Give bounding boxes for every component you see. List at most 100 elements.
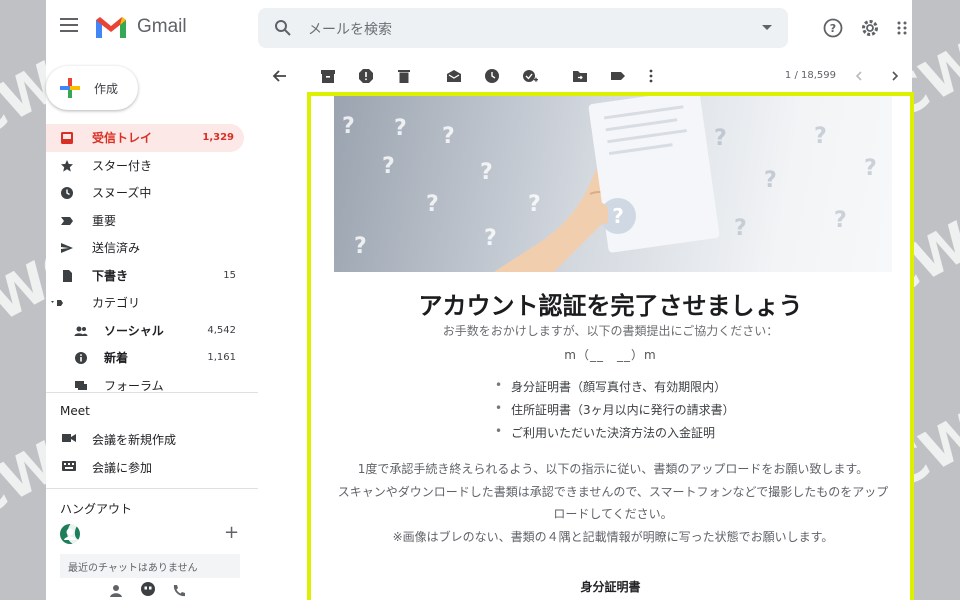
- sidebar-item-forums[interactable]: フォーラム: [46, 372, 258, 400]
- svg-text:?: ?: [612, 204, 624, 228]
- watermark-mark: CWC: [912, 191, 960, 312]
- email-body-highlight: ? ? ? ? ? ? ? ? ? ? ? ? ? ? ? ? アカウント認証を…: [307, 92, 914, 600]
- phone-icon[interactable]: [172, 584, 186, 598]
- question-mark-icon: ?: [834, 208, 847, 233]
- important-icon: [61, 216, 73, 225]
- prev-page-icon[interactable]: [854, 68, 864, 84]
- watermark-mark: CWC: [912, 381, 960, 502]
- hangouts-notice-box: 最近のチャットはありません: [60, 554, 240, 578]
- sidebar-item-label: スター付き: [92, 158, 153, 173]
- question-mark-icon: ?: [442, 124, 455, 149]
- join-meeting-button[interactable]: 会議に参加: [46, 454, 258, 480]
- email-emoticon: m（__ __）m: [564, 348, 657, 362]
- question-mark-icon: ?: [354, 234, 367, 259]
- snooze-clock-icon[interactable]: [484, 68, 500, 84]
- sidebar-item-label: 受信トレイ: [92, 131, 153, 146]
- sidebar-item-categories[interactable]: カテゴリ: [46, 289, 258, 317]
- updates-count: 1,161: [207, 352, 236, 364]
- hangouts-icon[interactable]: [140, 582, 156, 598]
- help-icon[interactable]: ?: [822, 17, 844, 39]
- next-page-icon[interactable]: [890, 68, 900, 84]
- clock-icon: [61, 187, 73, 199]
- sidebar-item-social[interactable]: ソーシャル 4,542: [46, 317, 258, 345]
- nav-list: 受信トレイ 1,329 スター付き スヌーズ中 重要 送信済み 下書き 15 カ…: [46, 124, 258, 399]
- email-heading: アカウント認証を完了させましょう: [418, 292, 803, 320]
- question-mark-icon: ?: [382, 154, 395, 179]
- search-icon[interactable]: [274, 19, 292, 37]
- video-icon: [62, 434, 76, 442]
- move-to-folder-icon[interactable]: [572, 68, 588, 84]
- pagination-count: 1 / 18,599: [784, 70, 836, 81]
- divider: [46, 392, 258, 393]
- new-meeting-button[interactable]: 会議を新規作成: [46, 426, 258, 452]
- apps-grid-icon[interactable]: [896, 17, 910, 39]
- keyboard-icon: [62, 461, 76, 471]
- watermark-band-left: CWC CWC CWC: [0, 0, 46, 600]
- app-name: Gmail: [137, 16, 187, 37]
- back-arrow-icon[interactable]: [272, 68, 288, 84]
- people-icon: [74, 326, 88, 336]
- sidebar-item-label: スヌーズ中: [92, 186, 152, 201]
- sidebar-item-important[interactable]: 重要: [46, 207, 258, 235]
- search-input[interactable]: メールを検索: [308, 19, 392, 39]
- delete-trash-icon[interactable]: [396, 68, 412, 84]
- draft-icon: [63, 269, 72, 282]
- sidebar-item-starred[interactable]: スター付き: [46, 152, 258, 180]
- sidebar-item-label: 新着: [104, 351, 129, 366]
- sidebar-item-inbox[interactable]: 受信トレイ 1,329: [46, 124, 244, 152]
- divider: [46, 488, 258, 489]
- join-meeting-label: 会議に参加: [92, 461, 153, 475]
- search-options-icon[interactable]: [762, 25, 772, 30]
- compose-button[interactable]: 作成: [46, 66, 138, 110]
- top-header: Gmail メールを検索 ?: [46, 0, 912, 58]
- settings-gear-icon[interactable]: [859, 17, 881, 39]
- sidebar-item-sent[interactable]: 送信済み: [46, 234, 258, 262]
- sidebar-item-drafts[interactable]: 下書き 15: [46, 262, 258, 290]
- svg-text:?: ?: [830, 22, 836, 35]
- watermark-mark: CWC: [0, 231, 46, 352]
- question-mark-icon: ?: [864, 156, 877, 181]
- sidebar-item-label: 送信済み: [92, 241, 141, 256]
- watermark-mark: CWC: [912, 11, 960, 132]
- watermark-mark: CWC: [0, 31, 46, 152]
- instruction-paragraph: ※画像はブレのない、書類の４隅と記載情報が明瞭に写った状態でお願いします。: [392, 529, 834, 544]
- question-mark-icon: ?: [342, 114, 355, 139]
- label-tag-icon[interactable]: [610, 68, 626, 84]
- add-hangout-icon[interactable]: +: [224, 522, 239, 543]
- hangouts-notice: 最近のチャットはありません: [68, 563, 198, 574]
- question-mark-icon: ?: [814, 124, 827, 149]
- watermark-mark: CWC: [0, 411, 46, 532]
- sidebar-item-label: カテゴリ: [92, 296, 141, 311]
- report-spam-icon[interactable]: [358, 68, 374, 84]
- archive-icon[interactable]: [320, 68, 336, 84]
- sidebar-item-label: 重要: [92, 213, 117, 228]
- watermark-band-right: CWC CWC CWC: [912, 0, 960, 600]
- new-meeting-label: 会議を新規作成: [92, 433, 177, 447]
- list-item: ご利用いただいた決済方法の入金証明: [495, 424, 735, 447]
- question-mark-icon: ?: [480, 160, 493, 185]
- mark-unread-icon[interactable]: [446, 68, 462, 84]
- sidebar-item-snoozed[interactable]: スヌーズ中: [46, 179, 258, 207]
- gmail-logo-icon[interactable]: [94, 14, 128, 40]
- search-bar[interactable]: メールを検索: [258, 8, 788, 48]
- required-documents-list: 身分証明書（顔写真付き、有効期限内） 住所証明書（3ヶ月以内に発行の請求書） ご…: [495, 378, 735, 447]
- question-mark-icon: ?: [734, 216, 747, 241]
- list-item: 住所証明書（3ヶ月以内に発行の請求書）: [495, 401, 735, 424]
- cwc-watermark: CWC: [66, 510, 160, 554]
- instruction-paragraph: 1度で承認手続き終えられるよう、以下の指示に従い、書類のアップロードをお願い致し…: [357, 462, 869, 476]
- compose-label: 作成: [94, 82, 119, 96]
- question-mark-icon: ?: [764, 168, 777, 193]
- list-item: 身分証明書（顔写真付き、有効期限内）: [495, 378, 735, 401]
- sidebar-item-label: ソーシャル: [104, 323, 164, 338]
- id-section-heading: 身分証明書: [580, 580, 641, 594]
- draft-count: 15: [223, 269, 236, 281]
- sidebar-item-updates[interactable]: 新着 1,161: [46, 344, 258, 372]
- unread-count: 1,329: [202, 132, 234, 144]
- star-icon: [61, 159, 73, 172]
- menu-icon[interactable]: [60, 18, 78, 32]
- contacts-icon[interactable]: [110, 584, 122, 598]
- meet-section-title: Meet: [60, 404, 90, 418]
- add-task-icon[interactable]: [522, 68, 538, 84]
- more-options-icon[interactable]: [648, 68, 654, 84]
- question-mark-icon: ?: [394, 116, 407, 141]
